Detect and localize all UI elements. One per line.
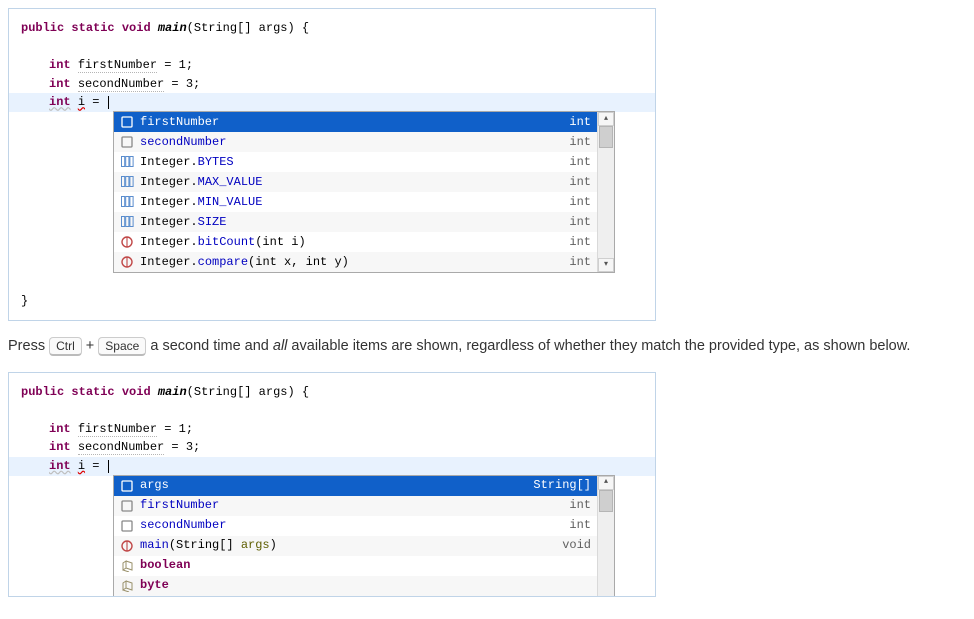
staticfield-icon xyxy=(120,195,134,209)
autocomplete-item[interactable]: Integer.BYTESint xyxy=(114,152,597,172)
instruction-text: Press Ctrl + Space a second time and all… xyxy=(8,335,966,357)
autocomplete-type: int xyxy=(561,213,591,232)
scroll-up-button[interactable]: ▴ xyxy=(598,112,614,126)
keyword-icon xyxy=(120,559,134,573)
code-line: int secondNumber = 3; xyxy=(21,438,643,457)
code-line: } xyxy=(21,292,643,311)
scroll-up-button[interactable]: ▴ xyxy=(598,476,614,490)
code-screenshot-1: public static void main(String[] args) {… xyxy=(8,8,656,321)
staticmethod-icon xyxy=(120,539,134,553)
autocomplete-label: Integer.MIN_VALUE xyxy=(140,193,561,212)
staticmethod-icon xyxy=(120,255,134,269)
autocomplete-type: String[] xyxy=(525,476,591,495)
autocomplete-item[interactable]: boolean xyxy=(114,556,597,576)
autocomplete-type: int xyxy=(561,516,591,535)
autocomplete-label: secondNumber xyxy=(140,516,561,535)
autocomplete-list[interactable]: firstNumberintsecondNumberintInteger.BYT… xyxy=(114,112,597,272)
autocomplete-label: firstNumber xyxy=(140,113,561,132)
code-blank-line xyxy=(21,38,643,57)
code-line: int firstNumber = 1; xyxy=(21,420,643,439)
autocomplete-item[interactable]: secondNumberint xyxy=(114,132,597,152)
autocomplete-item[interactable]: Integer.MAX_VALUEint xyxy=(114,172,597,192)
scrollbar[interactable]: ▴ ▾ xyxy=(597,476,614,597)
autocomplete-label: Integer.bitCount(int i) xyxy=(140,233,561,252)
autocomplete-type: int xyxy=(561,153,591,172)
autocomplete-item[interactable]: Integer.SIZEint xyxy=(114,212,597,232)
keyword-icon xyxy=(120,579,134,593)
staticmethod-icon xyxy=(120,235,134,249)
autocomplete-type: int xyxy=(561,253,591,272)
localvar-icon xyxy=(120,135,134,149)
scroll-thumb[interactable] xyxy=(599,126,613,148)
autocomplete-label: firstNumber xyxy=(140,496,561,515)
autocomplete-label: Integer.compare(int x, int y) xyxy=(140,253,561,272)
autocomplete-label: main(String[] args) xyxy=(140,536,554,555)
autocomplete-popup[interactable]: argsString[]firstNumberintsecondNumberin… xyxy=(113,475,615,597)
autocomplete-label: Integer.SIZE xyxy=(140,213,561,232)
scroll-thumb[interactable] xyxy=(599,490,613,512)
autocomplete-type: void xyxy=(554,536,591,555)
autocomplete-item[interactable]: main(String[] args)void xyxy=(114,536,597,556)
autocomplete-type: int xyxy=(561,173,591,192)
code-line: int firstNumber = 1; xyxy=(21,56,643,75)
autocomplete-item[interactable]: secondNumberint xyxy=(114,516,597,536)
code-screenshot-2: public static void main(String[] args) {… xyxy=(8,372,656,597)
autocomplete-label: secondNumber xyxy=(140,133,561,152)
code-blank-line xyxy=(21,401,643,420)
autocomplete-type: int xyxy=(561,233,591,252)
autocomplete-item[interactable]: Integer.bitCount(int i)int xyxy=(114,232,597,252)
autocomplete-item[interactable]: Integer.compare(int x, int y)int xyxy=(114,252,597,272)
text-cursor xyxy=(108,460,109,473)
localvar-icon xyxy=(120,479,134,493)
staticfield-icon xyxy=(120,215,134,229)
localvar-icon xyxy=(120,115,134,129)
autocomplete-item[interactable]: firstNumberint xyxy=(114,112,597,132)
autocomplete-label: args xyxy=(140,476,525,495)
code-line: public static void main(String[] args) { xyxy=(21,19,643,38)
localvar-icon xyxy=(120,499,134,513)
code-line: public static void main(String[] args) { xyxy=(21,383,643,402)
autocomplete-label: boolean xyxy=(140,556,583,575)
autocomplete-item[interactable]: firstNumberint xyxy=(114,496,597,516)
autocomplete-label: Integer.BYTES xyxy=(140,153,561,172)
active-code-line[interactable]: int i = xyxy=(9,93,655,112)
autocomplete-item[interactable]: argsString[] xyxy=(114,476,597,496)
autocomplete-label: Integer.MAX_VALUE xyxy=(140,173,561,192)
scroll-down-button[interactable]: ▾ xyxy=(598,258,614,272)
autocomplete-list[interactable]: argsString[]firstNumberintsecondNumberin… xyxy=(114,476,597,597)
scrollbar[interactable]: ▴ ▾ xyxy=(597,112,614,272)
active-code-line[interactable]: int i = xyxy=(9,457,655,476)
autocomplete-label: byte xyxy=(140,576,583,595)
autocomplete-item[interactable]: char xyxy=(114,596,597,597)
staticfield-icon xyxy=(120,175,134,189)
autocomplete-type: int xyxy=(561,193,591,212)
code-blank-line xyxy=(21,273,643,292)
autocomplete-item[interactable]: Integer.MIN_VALUEint xyxy=(114,192,597,212)
autocomplete-popup[interactable]: firstNumberintsecondNumberintInteger.BYT… xyxy=(113,111,615,273)
text-cursor xyxy=(108,96,109,109)
code-line: int secondNumber = 3; xyxy=(21,75,643,94)
autocomplete-type: int xyxy=(561,496,591,515)
staticfield-icon xyxy=(120,155,134,169)
autocomplete-type: int xyxy=(561,113,591,132)
autocomplete-type: int xyxy=(561,133,591,152)
kbd-ctrl: Ctrl xyxy=(49,337,82,356)
kbd-space: Space xyxy=(98,337,146,356)
localvar-icon xyxy=(120,519,134,533)
